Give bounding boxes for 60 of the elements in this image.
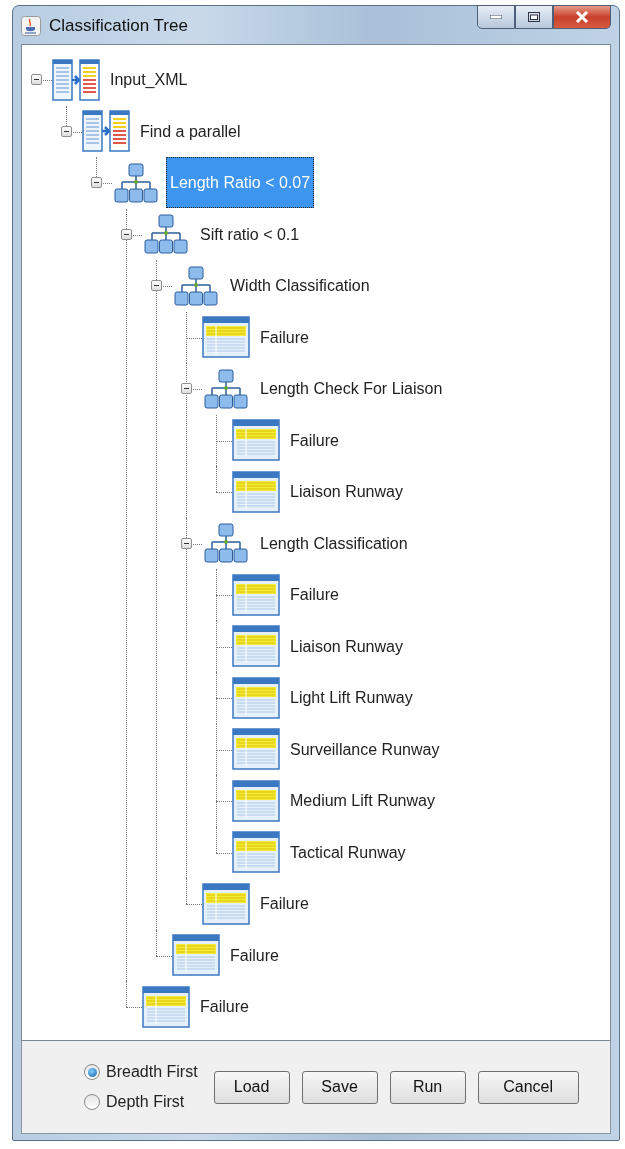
radio-button[interactable]	[84, 1094, 100, 1110]
tree-node-label[interactable]: Failure	[196, 981, 253, 1033]
table-icon	[202, 882, 250, 925]
collapse-icon[interactable]	[121, 228, 132, 240]
table-icon	[232, 728, 280, 771]
collapse-icon[interactable]	[61, 125, 72, 137]
table-icon	[232, 779, 280, 822]
tree-node-label[interactable]: Input_XML	[106, 54, 192, 106]
tree-node-label[interactable]: Failure	[256, 878, 313, 930]
tree-node-label[interactable]: Length Check For Liaison	[256, 363, 447, 415]
action-button[interactable]: Run	[389, 1070, 466, 1104]
window-title: Classification Tree	[49, 16, 188, 36]
radio-label[interactable]: Breadth First	[106, 1063, 198, 1081]
maximize-icon	[528, 12, 540, 22]
tree-node-label[interactable]: Light Lift Runway	[286, 672, 417, 724]
minimize-icon	[490, 15, 502, 19]
coffee-cup-icon	[21, 16, 41, 36]
tree-node-label[interactable]: Failure	[286, 569, 343, 621]
collapse-icon[interactable]	[31, 74, 42, 85]
collapse-icon[interactable]	[91, 177, 102, 188]
tree-node-label[interactable]: Sift ratio < 0.1	[196, 208, 304, 260]
table-icon	[232, 676, 280, 719]
hierarchy-icon	[202, 367, 250, 410]
collapse-icon[interactable]	[151, 280, 162, 291]
tree-node-label[interactable]: Width Classification	[226, 260, 374, 312]
table-icon	[172, 934, 220, 977]
collapse-icon[interactable]	[181, 383, 192, 394]
table-icon	[142, 985, 190, 1028]
table-icon	[232, 419, 280, 462]
radio-button[interactable]	[84, 1064, 100, 1080]
hierarchy-icon	[142, 213, 190, 256]
tree-node-label[interactable]: Surveillance Runway	[286, 723, 444, 775]
table-icon	[232, 831, 280, 874]
radio-label[interactable]: Depth First	[106, 1093, 185, 1111]
tree-node-label[interactable]: Failure	[226, 929, 283, 981]
tree-node-label[interactable]: Tactical Runway	[286, 826, 410, 878]
hierarchy-icon	[202, 522, 250, 565]
tree-node-label[interactable]: Find a parallel	[136, 105, 245, 157]
table-icon	[232, 625, 280, 668]
document-arrow-icon	[82, 110, 130, 153]
tree-node-label[interactable]: Failure	[256, 311, 313, 363]
tree-node-label[interactable]: Liaison Runway	[286, 620, 407, 672]
tree-node-label[interactable]: Failure	[286, 414, 343, 466]
collapse-icon[interactable]	[181, 537, 192, 549]
action-button[interactable]: Load	[213, 1070, 290, 1104]
hierarchy-icon	[172, 264, 220, 307]
close-button[interactable]	[553, 5, 611, 29]
action-button[interactable]: Save	[301, 1070, 378, 1104]
document-arrow-icon	[52, 58, 100, 101]
hierarchy-icon	[112, 161, 160, 204]
maximize-button[interactable]	[515, 5, 553, 29]
table-icon	[232, 470, 280, 513]
close-icon	[575, 11, 589, 23]
tree-node-label[interactable]: Medium Lift Runway	[286, 775, 439, 827]
action-button[interactable]: Cancel	[477, 1070, 579, 1104]
table-icon	[232, 573, 280, 616]
tree-node-label[interactable]: Length Classification	[256, 517, 412, 569]
tree-node-label[interactable]: Liaison Runway	[286, 466, 407, 518]
table-icon	[202, 316, 250, 359]
minimize-button[interactable]	[477, 5, 515, 29]
